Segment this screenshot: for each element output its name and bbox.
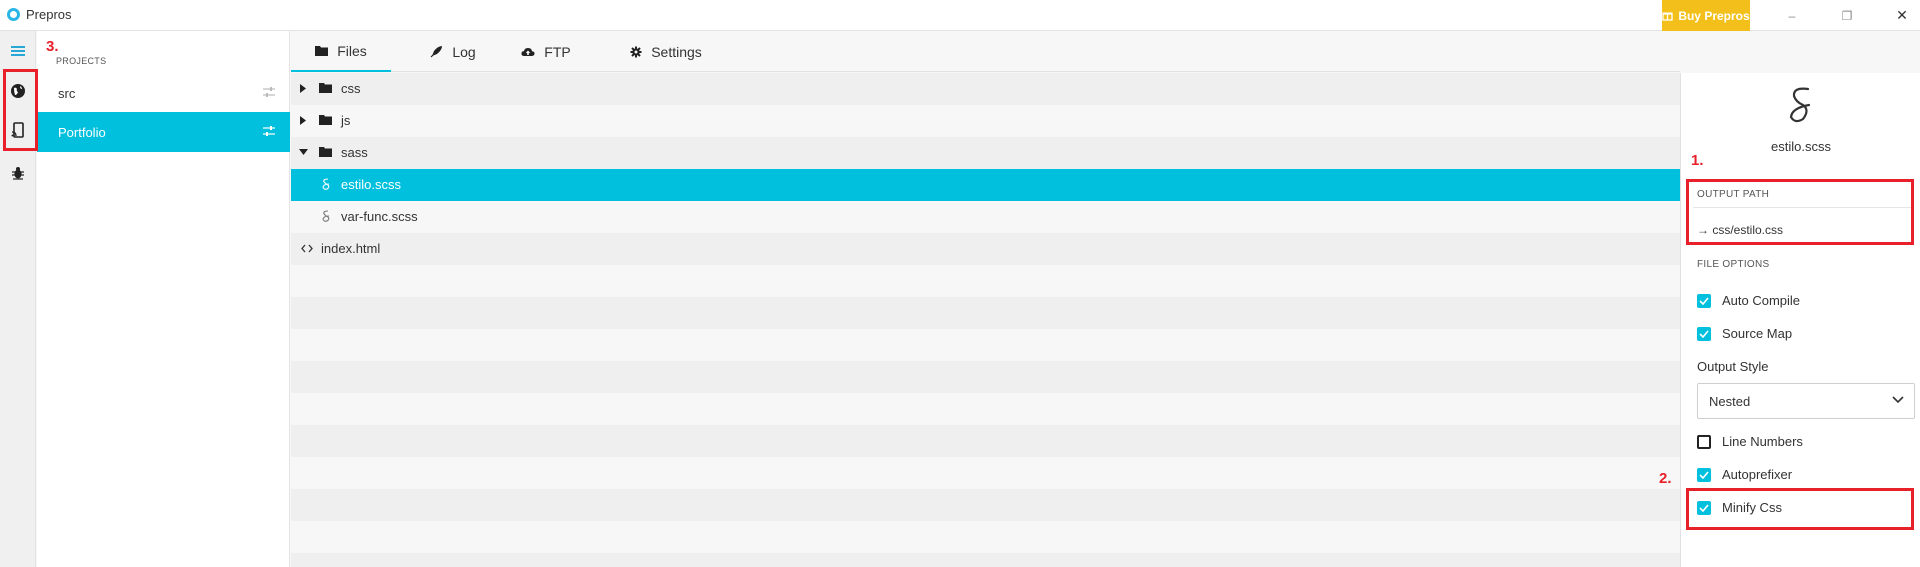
prepros-logo-icon [7,8,20,21]
folder-icon [315,46,329,56]
sass-file-icon [322,178,330,190]
close-button[interactable]: ✕ [1874,0,1920,31]
project-item-portfolio[interactable]: Portfolio [37,112,290,152]
autoprefixer-checkbox[interactable] [1697,467,1711,482]
app-title: Prepros [26,7,72,22]
folder-icon [319,147,332,157]
chevron-down-icon [1892,396,1904,404]
caret-right-icon[interactable] [299,116,307,125]
autoprefixer-option[interactable]: Autoprefixer [1697,467,1792,482]
tab-label: Log [452,43,476,60]
sass-file-icon [1789,87,1811,123]
caret-down-icon[interactable] [299,148,308,156]
tab-files[interactable]: Files [291,31,391,72]
output-style-label: Output Style [1697,359,1769,374]
empty-row [291,361,1680,393]
project-label: Portfolio [58,124,106,140]
annotation-box-output-path [1686,179,1914,245]
line-numbers-option[interactable]: Line Numbers [1697,434,1803,449]
empty-row [291,393,1680,425]
tab-label: Files [337,42,367,59]
empty-row [291,521,1680,553]
minimize-button[interactable]: – [1764,0,1820,31]
auto-compile-checkbox[interactable] [1697,293,1711,308]
sass-file-icon [322,210,330,222]
folder-row-sass[interactable]: sass [291,137,1680,169]
tab-settings[interactable]: Settings [601,31,731,72]
empty-row [291,329,1680,361]
projects-panel: PROJECTS src Portfolio [37,31,290,567]
tab-log[interactable]: Log [413,31,493,72]
annotation-box-rail [3,69,38,151]
file-tree: css js sass estilo.scss var-func.scss in… [291,73,1680,567]
output-style-select[interactable]: Nested [1697,383,1915,419]
cloud-upload-icon [521,48,535,56]
empty-row [291,489,1680,521]
file-row-estilo-scss[interactable]: estilo.scss [291,169,1680,201]
gear-icon [630,46,642,57]
file-row-var-func-scss[interactable]: var-func.scss [291,201,1680,233]
tab-label: FTP [544,43,571,60]
tab-ftp[interactable]: FTP [501,31,591,72]
maximize-button[interactable]: ❐ [1819,0,1875,31]
file-row-index-html[interactable]: index.html [291,233,1680,265]
annotation-number-2: 2. [1659,470,1672,487]
project-label: src [58,85,76,101]
buy-prepros-button[interactable]: Buy Prepros [1662,0,1750,31]
pen-icon [430,46,443,58]
folder-row-css[interactable]: css [291,73,1680,105]
option-label: Line Numbers [1722,434,1803,449]
title-bar: Prepros Buy Prepros – ❐ ✕ [0,0,1920,31]
file-label: css [341,81,361,96]
source-map-option[interactable]: Source Map [1697,326,1792,341]
annotation-number-3: 3. [46,38,59,55]
file-options-heading: FILE OPTIONS [1697,259,1770,270]
file-label: estilo.scss [341,177,401,192]
code-icon [301,244,313,253]
projects-heading: PROJECTS [56,56,107,66]
empty-row [291,425,1680,457]
bug-icon[interactable] [0,159,36,187]
empty-row [291,297,1680,329]
tab-label: Settings [651,43,702,60]
sliders-icon[interactable] [262,124,276,138]
auto-compile-option[interactable]: Auto Compile [1697,293,1800,308]
project-item-src[interactable]: src [37,73,290,113]
option-label: Source Map [1722,326,1793,341]
sliders-icon[interactable] [262,85,276,99]
folder-icon [319,115,332,125]
tab-bar: Files Log FTP Settings [291,31,1680,72]
source-map-checkbox[interactable] [1697,326,1711,341]
empty-row [291,553,1680,567]
gift-icon [1662,12,1673,21]
file-label: index.html [321,241,381,256]
annotation-box-minify [1686,488,1914,530]
file-label: sass [341,145,368,160]
line-numbers-checkbox[interactable] [1697,434,1711,449]
empty-row [291,457,1680,489]
folder-icon [319,83,332,93]
option-label: Auto Compile [1722,293,1801,308]
folder-row-js[interactable]: js [291,105,1680,137]
annotation-number-1: 1. [1691,152,1704,169]
caret-right-icon[interactable] [299,84,307,93]
output-style-value: Nested [1709,393,1751,409]
selected-file-name: estilo.scss [1771,139,1831,154]
buy-prepros-label: Buy Prepros [1678,8,1750,23]
empty-row [291,265,1680,297]
file-label: var-func.scss [341,209,418,224]
menu-icon[interactable] [0,37,36,65]
file-label: js [341,113,351,128]
option-label: Autoprefixer [1722,467,1793,482]
